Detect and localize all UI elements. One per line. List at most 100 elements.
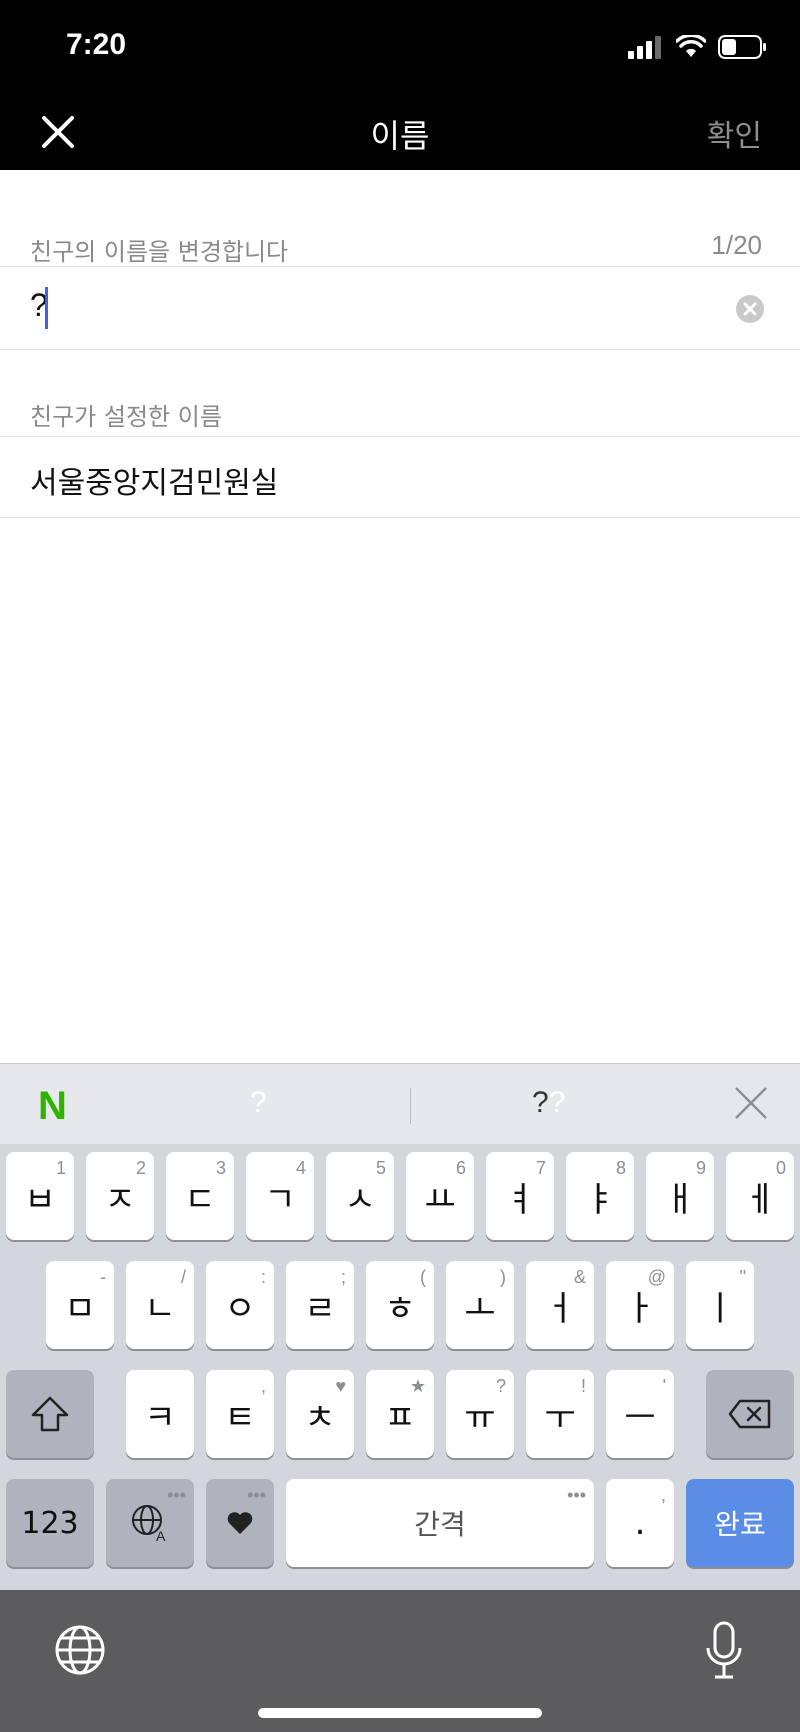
key-hint: (: [420, 1267, 426, 1287]
key-hint: ': [662, 1376, 666, 1396]
suggestion-1[interactable]: ?: [250, 1086, 267, 1120]
keyboard-switch-button[interactable]: [54, 1624, 106, 1676]
key[interactable]: ㅅ5: [326, 1152, 394, 1240]
key[interactable]: ㅗ): [446, 1261, 514, 1349]
divider: [0, 436, 800, 437]
divider: [0, 349, 800, 350]
microphone-icon: [706, 1621, 742, 1679]
key[interactable]: ㅔ0: [726, 1152, 794, 1240]
key[interactable]: ㅓ &: [526, 1261, 594, 1349]
key[interactable]: ㅍ ★: [366, 1370, 434, 1458]
key-hint: ♥: [335, 1376, 346, 1396]
key-hint: !: [580, 1376, 586, 1396]
naver-logo[interactable]: N: [38, 1084, 67, 1129]
friend-section-label: 친구가 설정한 이름: [30, 403, 222, 431]
key-hint: 3: [215, 1158, 226, 1178]
key-hint: ;: [340, 1267, 346, 1287]
key-label: ㅅ: [344, 1179, 376, 1220]
key-label: ㄷ: [184, 1179, 216, 1220]
name-input-field[interactable]: ?: [0, 267, 800, 349]
key-label: ㅜ: [544, 1397, 576, 1438]
key-hint: ,: [260, 1376, 266, 1396]
key[interactable]: ㅊ ♥: [286, 1370, 354, 1458]
key[interactable]: ㅜ!: [526, 1370, 594, 1458]
key-label: ㅇ: [224, 1288, 256, 1329]
key[interactable]: ㅂ1: [6, 1152, 74, 1240]
svg-text:A: A: [156, 1528, 166, 1543]
space-key[interactable]: 간격 •••: [286, 1479, 594, 1567]
key[interactable]: ㄹ;: [286, 1261, 354, 1349]
key-hint: ": [739, 1267, 746, 1287]
key[interactable]: ㅕ7: [486, 1152, 554, 1240]
status-time: 7:20: [66, 28, 127, 61]
key[interactable]: ㅛ6: [406, 1152, 474, 1240]
key[interactable]: ㄷ3: [166, 1152, 234, 1240]
key[interactable]: ㅈ2: [86, 1152, 154, 1240]
period-key[interactable]: . ,: [606, 1479, 674, 1567]
suggestion-2[interactable]: ??: [532, 1086, 565, 1120]
language-switch-key[interactable]: A •••: [106, 1479, 194, 1567]
key-label: ㅗ: [464, 1288, 496, 1329]
backspace-key[interactable]: [706, 1370, 794, 1458]
numbers-key[interactable]: 123: [6, 1479, 94, 1567]
confirm-button[interactable]: 확인: [707, 111, 762, 155]
divider: [0, 517, 800, 518]
key-hint: &: [573, 1267, 586, 1287]
clear-input-button[interactable]: [736, 295, 764, 323]
key-label: ㅊ: [304, 1397, 336, 1438]
key-label: ㅁ: [64, 1288, 96, 1329]
key-label: ㄴ: [144, 1288, 176, 1329]
dictation-button[interactable]: [704, 1620, 744, 1682]
keys-area: ㅂ1 ㅈ2 ㄷ3 ㄱ4 ㅅ5 ㅛ6 ㅕ7 ㅑ8 ㅐ9 ㅔ0 ㅁ- ㄴ / ㅇ: ㄹ…: [0, 1144, 800, 1590]
shift-icon: [31, 1396, 69, 1432]
key[interactable]: ㄱ4: [246, 1152, 314, 1240]
key-hint: ): [500, 1267, 506, 1287]
key-hint: ,: [660, 1485, 666, 1505]
key-hint: ?: [495, 1376, 506, 1396]
globe-letter-icon: A: [132, 1505, 166, 1543]
name-section-label: 친구의 이름을 변경합니다: [30, 238, 289, 266]
done-key-label: 완료: [714, 1508, 766, 1541]
key-hint: 6: [455, 1158, 466, 1178]
home-indicator[interactable]: [258, 1708, 542, 1718]
key[interactable]: ㅠ?: [446, 1370, 514, 1458]
key[interactable]: ㅏ @: [606, 1261, 674, 1349]
key[interactable]: ㅑ8: [566, 1152, 634, 1240]
key-label: ㅕ: [504, 1179, 536, 1220]
key[interactable]: ㅇ:: [206, 1261, 274, 1349]
key[interactable]: ㅁ-: [46, 1261, 114, 1349]
status-bar: 7:20: [0, 0, 800, 96]
key[interactable]: ㅌ,: [206, 1370, 274, 1458]
suggestion-2-part-b: ?: [548, 1086, 566, 1119]
emoji-key[interactable]: •••: [206, 1479, 274, 1567]
backspace-icon: [728, 1399, 771, 1429]
key-hint: ★: [409, 1376, 426, 1396]
key[interactable]: ㅋ: [126, 1370, 194, 1458]
key[interactable]: ㅡ ': [606, 1370, 674, 1458]
shift-key[interactable]: [6, 1370, 94, 1458]
clear-icon: [743, 302, 757, 316]
key-hint: 5: [375, 1158, 386, 1178]
key-label: ㅈ: [104, 1179, 136, 1220]
suggestion-bar: N ? ??: [0, 1063, 800, 1144]
key[interactable]: ㄴ /: [126, 1261, 194, 1349]
key[interactable]: ㅣ ": [686, 1261, 754, 1349]
key-label: ㅋ: [144, 1397, 176, 1438]
key[interactable]: ㅐ9: [646, 1152, 714, 1240]
close-suggestions-button[interactable]: [732, 1084, 770, 1122]
character-counter: 1/20: [711, 230, 762, 260]
text-caret: [45, 287, 48, 329]
key-hint: 4: [295, 1158, 306, 1178]
key-hint: 9: [695, 1158, 706, 1178]
key-label: ㅔ: [744, 1179, 776, 1220]
key-hint: @: [647, 1267, 666, 1287]
key-hint: 2: [135, 1158, 146, 1178]
more-dots-icon: •••: [247, 1485, 266, 1505]
key[interactable]: ㅎ(: [366, 1261, 434, 1349]
key-label: ㅎ: [384, 1288, 416, 1329]
key-hint: 1: [55, 1158, 66, 1178]
done-key[interactable]: 완료: [686, 1479, 794, 1567]
space-key-label: 간격: [414, 1508, 466, 1541]
friend-set-name: 서울중앙지검민원실: [30, 466, 279, 501]
key-hint: 8: [615, 1158, 626, 1178]
